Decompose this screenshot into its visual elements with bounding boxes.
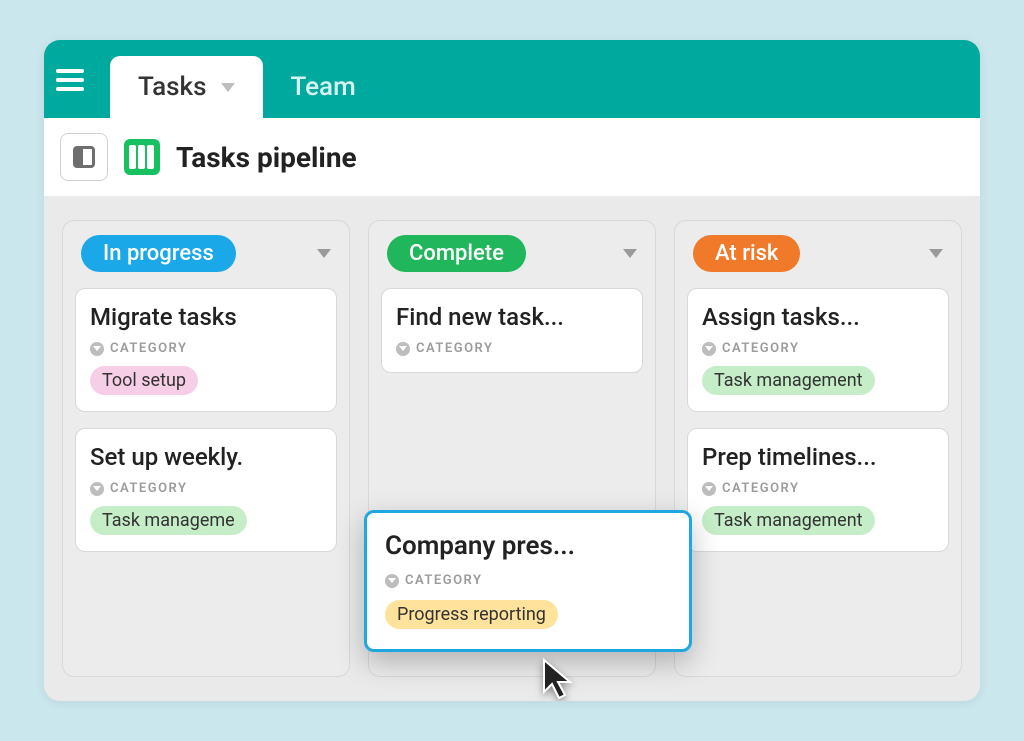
category-label: CATEGORY (702, 341, 934, 356)
chevron-down-circle-icon (90, 482, 104, 496)
category-label: CATEGORY (90, 481, 322, 496)
menu-icon[interactable] (56, 60, 96, 100)
chevron-down-circle-icon (702, 342, 716, 356)
column-at-risk: At risk Assign tasks... CATEGORY Task ma… (674, 220, 962, 677)
task-card[interactable]: Set up weekly. CATEGORY Task manageme (75, 428, 337, 552)
board-icon (124, 139, 160, 175)
category-tag[interactable]: Progress reporting (385, 600, 558, 629)
tab-label: Tasks (138, 72, 207, 102)
category-label: CATEGORY (702, 481, 934, 496)
view-toggle-button[interactable] (60, 133, 108, 181)
category-label: CATEGORY (90, 341, 322, 356)
card-title: Prep timelines... (702, 443, 934, 471)
category-tag[interactable]: Task manageme (90, 506, 247, 535)
task-card[interactable]: Assign tasks... CATEGORY Task management (687, 288, 949, 412)
card-title: Assign tasks... (702, 303, 934, 331)
category-tag[interactable]: Task management (702, 506, 875, 535)
category-tag[interactable]: Task management (702, 366, 875, 395)
chevron-down-circle-icon (90, 342, 104, 356)
category-label: CATEGORY (385, 573, 671, 588)
dragging-task-card[interactable]: Company pres... CATEGORY Progress report… (364, 510, 692, 652)
task-card[interactable]: Find new task... CATEGORY (381, 288, 643, 373)
column-header: Complete (381, 235, 643, 272)
cursor-icon (542, 658, 582, 701)
board-title: Tasks pipeline (176, 141, 357, 174)
column-status-pill[interactable]: In progress (81, 235, 236, 272)
card-title: Set up weekly. (90, 443, 322, 471)
chevron-down-circle-icon (702, 482, 716, 496)
card-title: Company pres... (385, 531, 671, 561)
chevron-down-icon[interactable] (317, 249, 331, 258)
category-tag[interactable]: Tool setup (90, 366, 198, 395)
tab-tasks[interactable]: Tasks (110, 56, 263, 118)
chevron-down-icon[interactable] (623, 249, 637, 258)
column-header: In progress (75, 235, 337, 272)
chevron-down-icon[interactable] (929, 249, 943, 258)
sidebar-panel-icon (73, 146, 95, 168)
chevron-down-circle-icon (396, 342, 410, 356)
task-card[interactable]: Prep timelines... CATEGORY Task manageme… (687, 428, 949, 552)
chevron-down-circle-icon (385, 574, 399, 588)
tab-team[interactable]: Team (263, 56, 384, 118)
column-header: At risk (687, 235, 949, 272)
task-card[interactable]: Migrate tasks CATEGORY Tool setup (75, 288, 337, 412)
column-status-pill[interactable]: At risk (693, 235, 800, 272)
top-bar: Tasks Team (44, 40, 980, 118)
category-label: CATEGORY (396, 341, 628, 356)
tab-label: Team (291, 72, 356, 102)
title-bar: Tasks pipeline (44, 118, 980, 196)
column-status-pill[interactable]: Complete (387, 235, 526, 272)
chevron-down-icon[interactable] (221, 83, 235, 92)
column-in-progress: In progress Migrate tasks CATEGORY Tool … (62, 220, 350, 677)
app-window: Tasks Team Tasks pipeline In progress Mi… (44, 40, 980, 701)
card-title: Find new task... (396, 303, 628, 331)
card-title: Migrate tasks (90, 303, 322, 331)
